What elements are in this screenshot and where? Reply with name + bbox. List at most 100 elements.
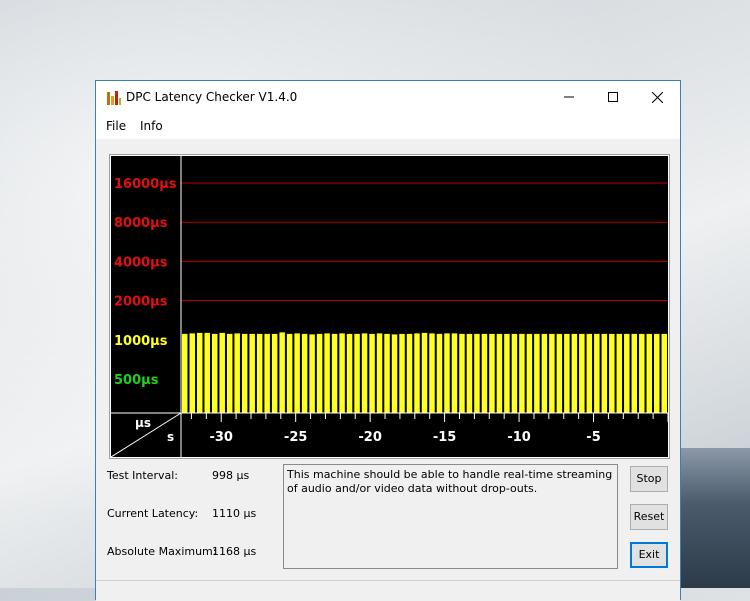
latency-bar bbox=[384, 333, 390, 413]
title-bar[interactable]: DPC Latency Checker V1.4.0 bbox=[96, 81, 680, 113]
absolute-maximum-label: Absolute Maximum: bbox=[107, 545, 217, 558]
reset-button[interactable]: Reset bbox=[630, 504, 668, 530]
latency-bar bbox=[196, 332, 203, 413]
test-interval-value: 998 µs bbox=[212, 469, 250, 482]
current-latency-label: Current Latency: bbox=[107, 507, 199, 520]
latency-bar bbox=[496, 333, 503, 413]
latency-bar bbox=[639, 333, 645, 413]
stop-button[interactable]: Stop bbox=[630, 466, 668, 492]
latency-bar bbox=[489, 333, 495, 413]
latency-bar bbox=[631, 333, 638, 413]
latency-bar bbox=[534, 333, 540, 413]
latency-bar bbox=[474, 333, 480, 413]
latency-bar bbox=[541, 333, 548, 413]
latency-bar bbox=[436, 333, 443, 413]
x-tick-label: -5 bbox=[586, 430, 600, 445]
y-tick-label: 16000µs bbox=[114, 177, 177, 192]
latency-bar bbox=[249, 333, 255, 413]
latency-bar bbox=[309, 334, 315, 413]
axis-corner-bottom-label: s bbox=[167, 430, 174, 444]
x-tick-label: -25 bbox=[284, 430, 308, 445]
latency-bar bbox=[234, 333, 240, 413]
latency-bar bbox=[391, 334, 398, 413]
latency-bar bbox=[182, 333, 188, 413]
latency-bar bbox=[519, 333, 525, 413]
latency-bar bbox=[654, 333, 660, 413]
latency-bar bbox=[241, 333, 248, 413]
menu-info[interactable]: Info bbox=[140, 119, 163, 133]
y-tick-label: 500µs bbox=[114, 373, 159, 388]
latency-bar bbox=[331, 333, 338, 413]
maximize-button[interactable] bbox=[590, 81, 636, 113]
latency-bar bbox=[264, 333, 270, 413]
menu-bar: File Info bbox=[96, 113, 680, 139]
latency-bar bbox=[451, 333, 458, 413]
latency-bar bbox=[414, 333, 420, 413]
latency-bar bbox=[564, 333, 570, 413]
latency-bar bbox=[421, 332, 428, 413]
latency-bar bbox=[346, 333, 353, 413]
status-message: This machine should be able to handle re… bbox=[283, 464, 618, 569]
latency-bar bbox=[444, 333, 450, 413]
app-icon bbox=[107, 91, 121, 105]
absolute-maximum-value: 1168 µs bbox=[212, 545, 257, 558]
latency-bar bbox=[204, 332, 210, 413]
window-title: DPC Latency Checker V1.4.0 bbox=[126, 90, 298, 104]
latency-bar bbox=[526, 333, 533, 413]
current-latency-value: 1110 µs bbox=[212, 507, 257, 520]
latency-bar bbox=[286, 333, 293, 413]
minimize-icon bbox=[564, 96, 574, 98]
latency-bar bbox=[609, 333, 615, 413]
y-tick-label: 8000µs bbox=[114, 216, 168, 231]
latency-bar bbox=[256, 333, 263, 413]
y-tick-label: 4000µs bbox=[114, 255, 168, 270]
status-bar bbox=[96, 580, 680, 601]
app-window: DPC Latency Checker V1.4.0 File Info 160… bbox=[95, 80, 681, 601]
maximize-icon bbox=[608, 92, 618, 102]
latency-bar bbox=[406, 333, 413, 413]
minimize-button[interactable] bbox=[546, 81, 592, 113]
latency-bar bbox=[294, 333, 300, 413]
close-icon bbox=[651, 91, 663, 103]
x-tick-label: -10 bbox=[507, 430, 530, 445]
latency-bar bbox=[586, 333, 593, 413]
latency-bar bbox=[354, 333, 360, 413]
latency-bar bbox=[579, 333, 585, 413]
latency-bar bbox=[616, 333, 623, 413]
close-button[interactable] bbox=[634, 81, 680, 113]
latency-bar bbox=[429, 333, 435, 413]
latency-bar bbox=[279, 332, 285, 413]
latency-chart: 16000µs 8000µs 4000µs 2000µs 1000µs 500µs µs s -… bbox=[111, 156, 668, 457]
latency-bar bbox=[459, 333, 465, 413]
axis-corner-top-label: µs bbox=[135, 416, 151, 430]
latency-bar bbox=[376, 333, 383, 413]
latency-bar bbox=[361, 333, 368, 413]
latency-bar bbox=[399, 333, 405, 413]
x-tick-label: -15 bbox=[433, 430, 457, 445]
latency-bar bbox=[219, 332, 225, 413]
y-tick-label: 1000µs bbox=[114, 334, 168, 349]
latency-bar bbox=[369, 333, 375, 413]
latency-bar bbox=[211, 333, 218, 413]
latency-bar bbox=[571, 333, 578, 413]
exit-button[interactable]: Exit bbox=[630, 542, 668, 568]
latency-bar bbox=[481, 333, 488, 413]
latency-bar bbox=[324, 333, 330, 413]
latency-bar bbox=[594, 333, 600, 413]
latency-bar bbox=[549, 333, 555, 413]
latency-bar bbox=[189, 333, 195, 413]
latency-bar bbox=[624, 333, 630, 413]
latency-bar bbox=[339, 333, 345, 413]
latency-bar bbox=[271, 333, 278, 413]
latency-bar bbox=[511, 333, 518, 413]
x-tick-label: -30 bbox=[209, 430, 233, 445]
menu-file[interactable]: File bbox=[106, 119, 126, 133]
latency-bar bbox=[316, 333, 323, 413]
latency-bar bbox=[646, 333, 653, 413]
latency-bar bbox=[661, 333, 667, 413]
y-tick-label: 2000µs bbox=[114, 295, 168, 310]
latency-chart-frame: 16000µs 8000µs 4000µs 2000µs 1000µs 500µs µs s -… bbox=[109, 154, 670, 459]
latency-bar bbox=[226, 333, 233, 413]
latency-bar bbox=[301, 333, 308, 413]
latency-bar bbox=[504, 333, 510, 413]
